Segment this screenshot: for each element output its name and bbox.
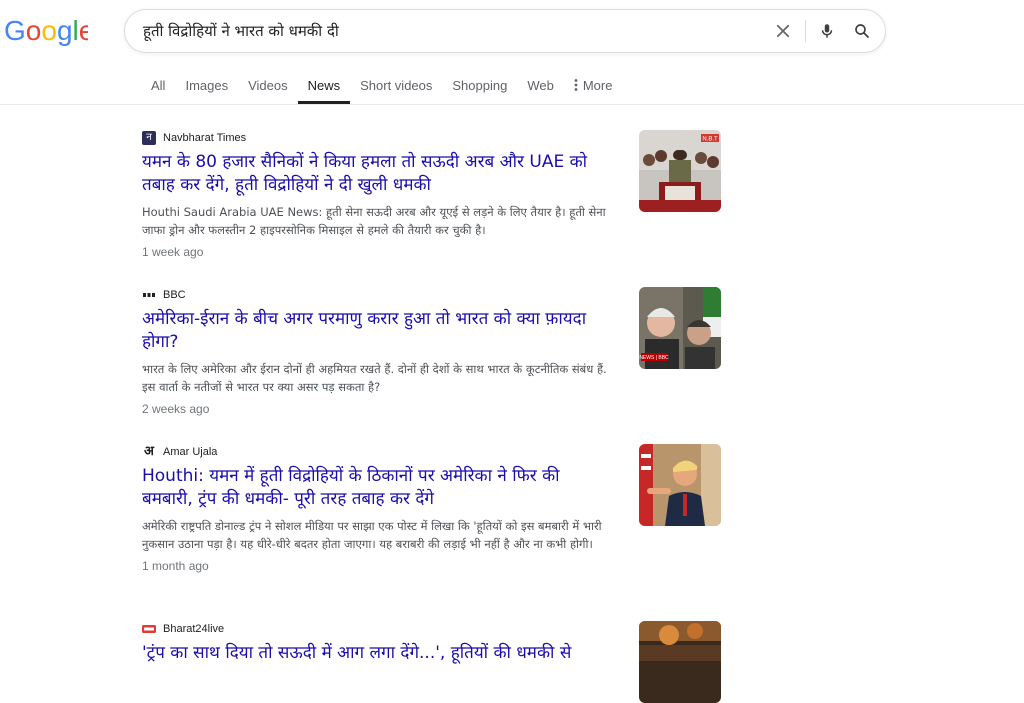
tab-more-label: More [582,78,613,93]
microphone-icon [821,24,833,38]
source-name: Amar Ujala [163,446,218,458]
svg-text:Google: Google [4,15,88,46]
source-name: Bharat24live [163,623,225,635]
result-thumbnail[interactable] [639,621,721,703]
result-thumbnail[interactable]: NEWS | BBC [639,287,721,369]
header-divider [0,104,1024,105]
search-input[interactable] [143,10,743,52]
result-thumbnail[interactable]: N.B.T [639,130,721,212]
tab-more[interactable]: More [564,70,623,104]
result-headline-link[interactable]: अमेरिका-ईरान के बीच अगर परमाणु करार हुआ … [142,308,612,354]
news-result: न Navbharat Times यमन के 80 हजार सैनिकों… [142,130,722,259]
tab-videos[interactable]: Videos [238,70,298,104]
search-box [124,9,886,53]
thumbnail-image: NEWS | BBC [639,287,721,369]
thumbnail-badge: N.B.T [702,137,718,143]
result-thumbnail[interactable] [639,444,721,526]
news-result: Bharat24live 'ट्रंप का साथ दिया तो सऊदी … [142,621,722,703]
result-source[interactable]: Bharat24live [142,621,722,637]
search-icon [855,24,869,38]
thumbnail-image [639,621,721,703]
result-headline-link[interactable]: 'ट्रंप का साथ दिया तो सऊदी में आग लगा दे… [142,642,622,665]
thumbnail-image [639,444,721,526]
result-source[interactable]: BBC [142,287,722,303]
favicon-glyph: न [146,132,152,143]
more-vertical-icon [574,79,578,91]
news-result: BBC अमेरिका-ईरान के बीच अगर परमाणु करार … [142,287,722,416]
google-logo[interactable]: Google [4,14,88,46]
voice-search-button[interactable] [815,19,839,43]
result-source[interactable]: न Navbharat Times [142,130,722,146]
navbharat-times-favicon-icon: न [142,131,156,145]
tab-images[interactable]: Images [175,70,238,104]
thumbnail-badge: NEWS | BBC [639,355,669,361]
search-tabs: All Images Videos News Short videos Shop… [141,70,622,104]
close-icon [776,24,790,38]
amar-ujala-favicon-icon: अ [142,445,156,459]
result-snippet: अमेरिकी राष्ट्रपति डोनाल्ड ट्रंप ने सोशल… [142,519,602,551]
clear-button[interactable] [771,19,795,43]
result-snippet: भारत के लिए अमेरिका और ईरान दोनों ही अहम… [142,362,607,394]
search-box-separator [805,20,806,42]
result-snippet: Houthi Saudi Arabia UAE News: हूती सेना … [142,205,606,237]
favicon-glyph: अ [144,444,154,459]
tab-all[interactable]: All [141,70,175,104]
result-timestamp: 1 week ago [142,245,204,259]
news-result: अ Amar Ujala Houthi: यमन में हूती विद्रो… [142,444,722,573]
result-timestamp: 1 month ago [142,559,209,573]
result-headline-link[interactable]: यमन के 80 हजार सैनिकों ने किया हमला तो स… [142,151,612,197]
result-source[interactable]: अ Amar Ujala [142,444,722,460]
thumbnail-image: N.B.T [639,130,721,212]
result-timestamp: 2 weeks ago [142,402,210,416]
source-name: BBC [163,289,186,301]
bharat24live-favicon-icon [142,622,156,636]
tab-web[interactable]: Web [517,70,564,104]
source-name: Navbharat Times [163,132,247,144]
tab-short-videos[interactable]: Short videos [350,70,442,104]
search-button[interactable] [850,19,874,43]
tab-shopping[interactable]: Shopping [442,70,517,104]
result-headline-link[interactable]: Houthi: यमन में हूती विद्रोहियों के ठिका… [142,465,612,511]
tab-news[interactable]: News [297,70,351,104]
bbc-favicon-icon [142,288,156,302]
